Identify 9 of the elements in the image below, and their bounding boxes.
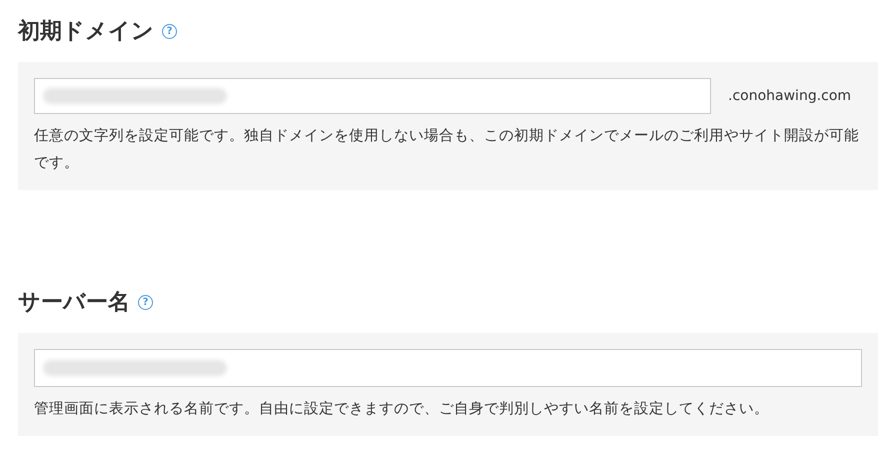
section-title: サーバー名 [18,289,130,317]
field-description: 管理画面に表示される名前です。自由に設定できますので、ご自身で判別しやすい名前を設定してください。 [34,399,770,419]
section-title: 初期ドメイン [18,18,154,46]
input-field[interactable] [34,78,711,114]
help-icon[interactable]: ? [162,24,177,38]
input-field[interactable] [34,349,862,387]
field-description: 任意の文字列を設定可能です。独自ドメインを使用しない場合も、この初期ドメインでメールのご利用やサイト開設が可能です。 [34,126,860,173]
help-icon[interactable]: ? [138,294,153,310]
domain-suffix: .conohawing.com [728,88,852,104]
